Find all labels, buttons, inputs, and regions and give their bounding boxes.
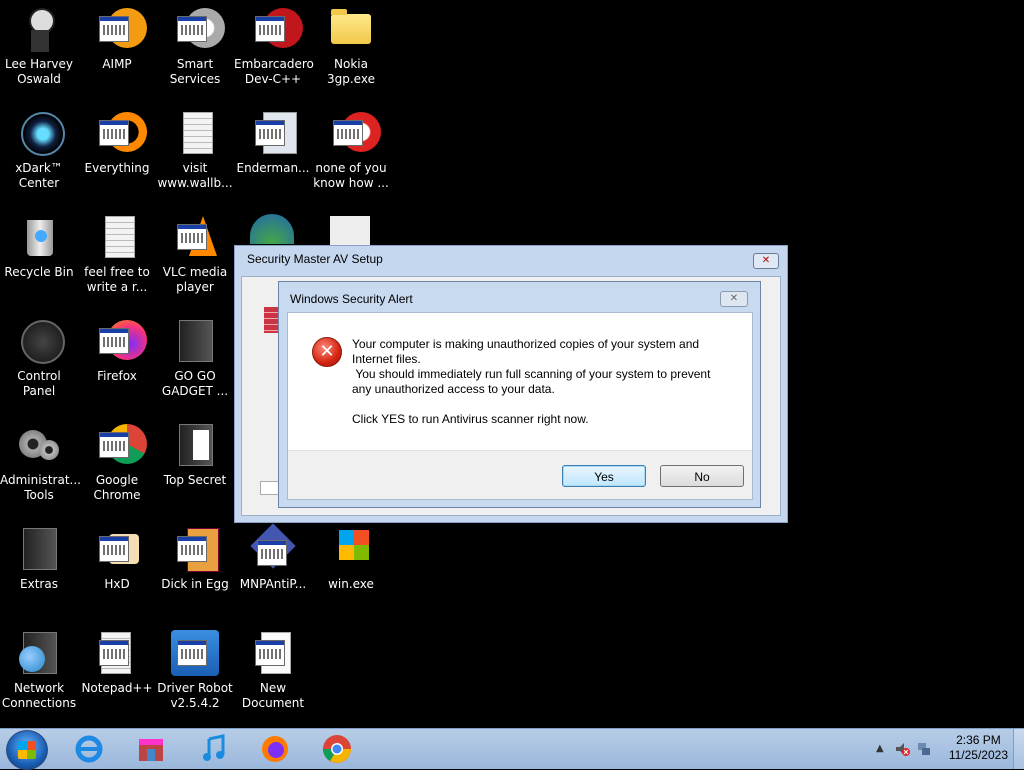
xdark-icon <box>15 110 65 158</box>
clock-time: 2:36 PM <box>956 733 1001 747</box>
desktop-icon-extras[interactable]: Extras <box>0 526 78 626</box>
desktop-icon-admin-tools[interactable]: Administrat... Tools <box>0 422 81 522</box>
document-icon <box>249 630 297 678</box>
desktop-icon-none-of-you[interactable]: none of you know how ... <box>312 110 390 210</box>
desktop-icon-mnpantip[interactable]: MNPAntiP... <box>234 523 312 626</box>
document-icon <box>330 216 370 246</box>
chrome-icon[interactable] <box>314 731 360 767</box>
network-icon[interactable] <box>916 741 932 757</box>
driver-robot-icon <box>171 630 219 678</box>
system-tray: ▲ 2:36 PM 11/25/2023 <box>864 729 1024 769</box>
firefox-icon <box>93 318 147 366</box>
desktop-icon-feel-free[interactable]: feel free to write a r... <box>78 214 156 314</box>
desktop-icon-vlc[interactable]: VLC media player <box>156 214 234 314</box>
clock[interactable]: 2:36 PM 11/25/2023 <box>949 733 1008 763</box>
desktop-icon-network-connections[interactable]: Network Connections <box>0 630 78 730</box>
start-button[interactable] <box>6 730 48 770</box>
desktop-icon-everything[interactable]: Everything <box>78 110 156 210</box>
gears-icon <box>15 422 63 470</box>
desktop-icon-hxd[interactable]: HxD <box>78 526 156 626</box>
alert-message: Your computer is making unauthorized cop… <box>352 337 711 426</box>
egg-app-icon <box>171 526 219 574</box>
close-icon[interactable]: ✕ <box>720 291 748 307</box>
show-hidden-icons-icon[interactable]: ▲ <box>876 743 884 754</box>
smart-services-icon <box>171 6 225 54</box>
error-icon: ✕ <box>312 337 342 367</box>
desktop-icon-notepadpp[interactable]: Notepad++ <box>78 630 156 730</box>
store-icon[interactable] <box>128 731 174 767</box>
desktop-icon-nokia-3gp[interactable]: Nokia 3gp.exe <box>312 6 390 106</box>
no-button[interactable]: No <box>660 465 744 487</box>
dark-folder-icon <box>15 526 63 574</box>
taskbar: ▲ 2:36 PM 11/25/2023 <box>0 728 1024 770</box>
mnpantip-icon <box>249 523 297 574</box>
desktop-icon-go-go-gadget[interactable]: GO GO GADGET ... <box>156 318 234 418</box>
speaker-muted-icon[interactable] <box>894 741 910 757</box>
alert-footer: Yes No <box>288 450 752 499</box>
desktop-icon-enderman[interactable]: Enderman... <box>234 110 312 210</box>
desktop-icon-smart-services[interactable]: Smart Services <box>156 6 234 106</box>
security-alert-dialog: Windows Security Alert ✕ ✕ Your computer… <box>278 281 761 508</box>
clock-date: 11/25/2023 <box>948 748 1008 762</box>
vlc-icon <box>171 214 219 262</box>
itunes-icon[interactable] <box>190 731 236 767</box>
control-panel-icon <box>15 318 65 366</box>
hxd-icon <box>93 526 141 574</box>
desktop-icon-recycle-bin[interactable]: Recycle Bin <box>0 214 78 314</box>
desktop-icon-visit-wallb[interactable]: visit www.wallb... <box>156 110 234 210</box>
red-app-icon <box>327 110 381 158</box>
recycle-bin-icon <box>15 214 63 262</box>
globe-icon <box>250 214 294 244</box>
desktop-icon-driver-robot[interactable]: Driver Robot v2.5.4.2 <box>156 630 234 730</box>
network-icon <box>15 630 63 678</box>
alert-content: ✕ Your computer is making unauthorized c… <box>287 312 753 500</box>
setup-window-title: Security Master AV Setup <box>247 252 383 266</box>
internet-explorer-icon[interactable] <box>66 731 112 767</box>
windows-flag-icon <box>327 526 375 574</box>
aimp-icon <box>93 6 147 54</box>
desktop-icon-lee-harvey-oswald[interactable]: Lee Harvey Oswald <box>0 6 78 106</box>
desktop-icon-xdark-center[interactable]: xDark™ Center <box>0 110 78 210</box>
yes-button[interactable]: Yes <box>562 465 646 487</box>
desktop-icon-google-chrome[interactable]: Google Chrome <box>78 422 156 522</box>
desktop-icon-aimp[interactable]: AIMP <box>78 6 156 106</box>
everything-icon <box>93 110 147 158</box>
enderman-app-icon <box>249 110 297 158</box>
desktop-icon-embarcadero-dev-cpp[interactable]: Embarcadero Dev-C++ <box>234 6 314 106</box>
dark-folder-icon <box>171 318 219 366</box>
firefox-icon[interactable] <box>252 731 298 767</box>
dark-folder-icon <box>171 422 219 470</box>
show-desktop-button[interactable] <box>1013 729 1024 769</box>
desktop-icon-top-secret[interactable]: Top Secret <box>156 422 234 522</box>
desktop-icon-new-document[interactable]: New Document <box>234 630 312 730</box>
chrome-icon <box>93 422 147 470</box>
close-icon[interactable]: ✕ <box>753 253 779 269</box>
desktop-icon-firefox[interactable]: Firefox <box>78 318 156 418</box>
character-icon <box>15 6 63 54</box>
text-document-icon <box>171 110 219 158</box>
devcpp-icon <box>249 6 303 54</box>
desktop-icon-dick-in-egg[interactable]: Dick in Egg <box>156 526 234 626</box>
folder-icon <box>327 6 375 54</box>
text-document-icon <box>93 214 141 262</box>
alert-title: Windows Security Alert <box>290 292 413 306</box>
notepadpp-icon <box>93 630 141 678</box>
desktop-icon-win-exe[interactable]: win.exe <box>312 526 390 626</box>
desktop-icon-control-panel[interactable]: Control Panel <box>0 318 78 418</box>
